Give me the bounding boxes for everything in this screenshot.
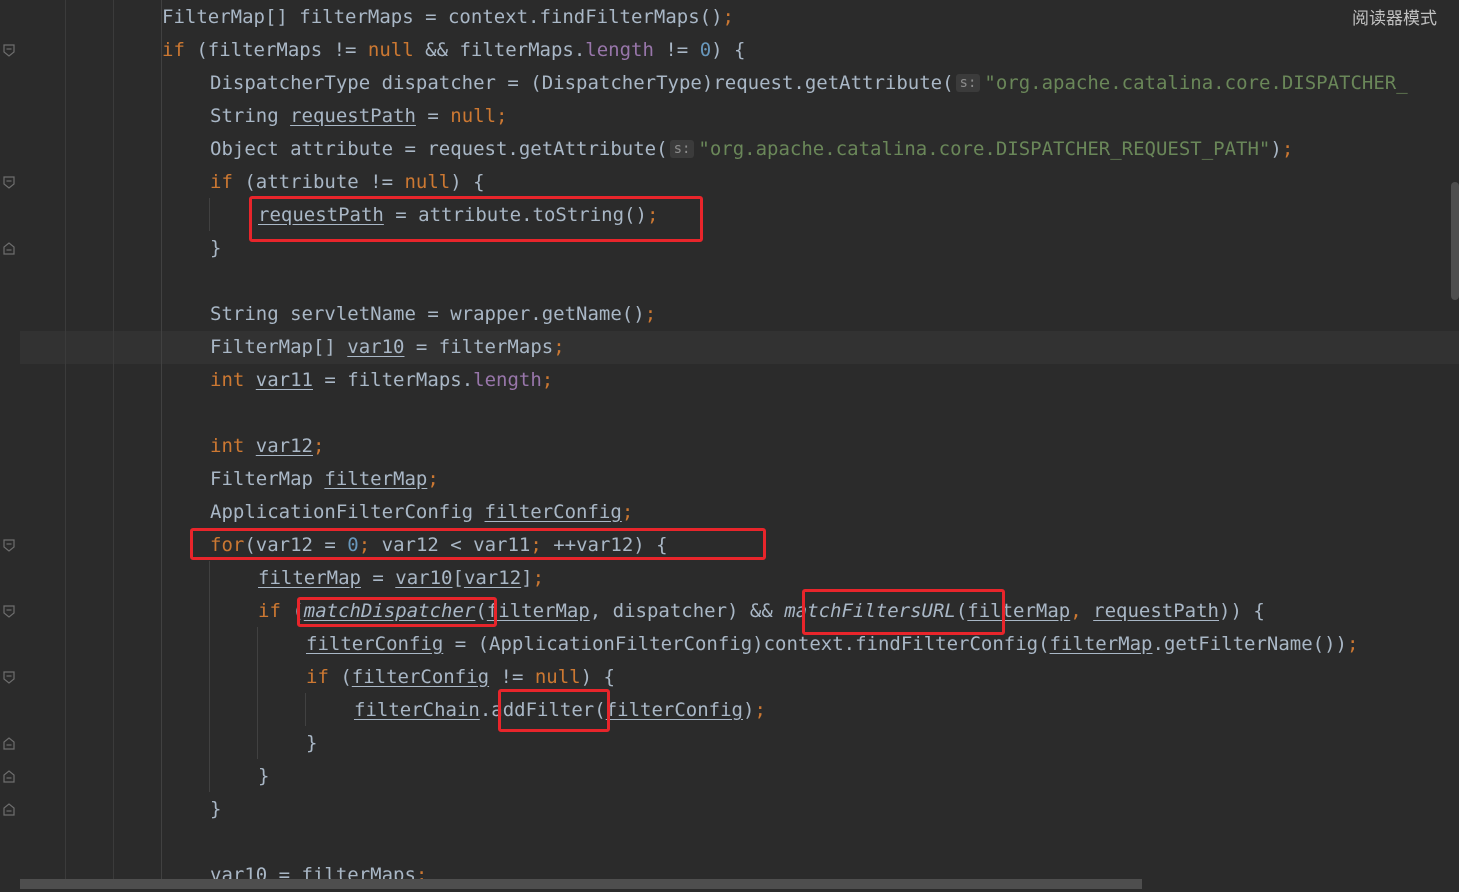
code-line: FilterMap filterMap; xyxy=(210,468,439,490)
code-line: } xyxy=(210,798,222,820)
annotation-box xyxy=(498,689,610,732)
code-line: int var11 = filterMaps.length; xyxy=(210,369,554,391)
code-line: FilterMap[] var10 = filterMaps; xyxy=(210,336,565,358)
code-line: } xyxy=(306,732,318,754)
annotation-box xyxy=(249,196,703,242)
horizontal-scrollbar[interactable] xyxy=(20,879,1142,889)
annotation-box xyxy=(802,589,1005,635)
code-line: if (filterMaps != null && filterMaps.len… xyxy=(162,39,746,61)
code-line: int var12; xyxy=(210,435,325,457)
code-line: FilterMap[] filterMaps = context.findFil… xyxy=(162,6,734,28)
reader-mode-button[interactable]: 阅读器模式 xyxy=(1352,4,1437,29)
code-line: String servletName = wrapper.getName(); xyxy=(210,303,657,325)
annotation-box xyxy=(190,528,766,560)
code-line: Object attribute = request.getAttribute(… xyxy=(210,138,1294,160)
code-line: filterMap = var10[var12]; xyxy=(258,567,545,589)
code-line: String requestPath = null; xyxy=(210,105,508,127)
code-line: } xyxy=(210,237,222,259)
parameter-hint: s: xyxy=(669,140,695,158)
code-line: if (matchDispatcher(filterMap, dispatche… xyxy=(258,600,1265,622)
parameter-hint: s: xyxy=(955,74,981,92)
code-line: ApplicationFilterConfig filterConfig; xyxy=(210,501,634,523)
code-line: DispatcherType dispatcher = (DispatcherT… xyxy=(210,72,1408,94)
code-line: } xyxy=(258,765,270,787)
code-line: filterChain.addFilter(filterConfig); xyxy=(354,699,766,721)
vertical-scrollbar[interactable] xyxy=(1451,182,1459,300)
annotation-box xyxy=(297,597,497,627)
code-line: if (attribute != null) { xyxy=(210,171,485,193)
code-line: filterConfig = (ApplicationFilterConfig)… xyxy=(306,633,1359,655)
